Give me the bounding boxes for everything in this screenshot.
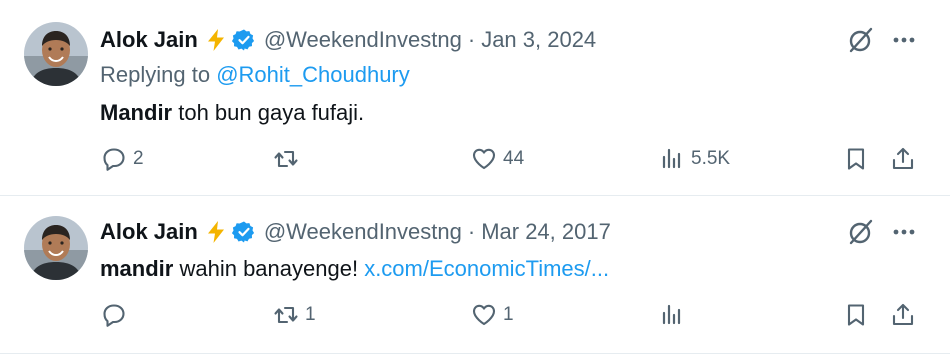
views-icon xyxy=(659,146,685,172)
reply-button[interactable]: 2 xyxy=(101,146,144,172)
avatar[interactable] xyxy=(24,216,88,280)
share-button[interactable] xyxy=(890,302,916,328)
retweet-icon xyxy=(273,146,299,172)
retweet-button[interactable]: 1 xyxy=(273,302,316,328)
tweet-header: Alok Jain @WeekendInvestng · Jan 3, 2024 xyxy=(100,27,596,53)
bookmark-button[interactable] xyxy=(843,302,869,328)
tweet-header: Alok Jain @WeekendInvestng · Mar 24, 201… xyxy=(100,219,611,245)
more-icon[interactable] xyxy=(891,219,917,245)
tweet-date[interactable]: Jan 3, 2024 xyxy=(481,27,596,53)
tweet-text-bold: Mandir xyxy=(100,100,173,125)
avatar-image xyxy=(24,22,88,86)
action-bar: 2 44 5.5K xyxy=(0,146,950,176)
like-button[interactable]: 44 xyxy=(471,146,524,172)
bookmark-icon xyxy=(843,146,869,172)
like-icon xyxy=(471,146,497,172)
like-button[interactable]: 1 xyxy=(471,302,514,328)
more-icon[interactable] xyxy=(891,27,917,53)
grok-icon[interactable] xyxy=(847,218,875,246)
bookmark-button[interactable] xyxy=(843,146,869,172)
tweet-link[interactable]: x.com/EconomicTimes/... xyxy=(364,256,609,281)
reply-count: 2 xyxy=(133,148,144,169)
replying-prefix: Replying to xyxy=(100,62,211,87)
verified-badge-icon[interactable] xyxy=(232,220,256,244)
avatar-image xyxy=(24,216,88,280)
bolt-icon xyxy=(204,220,228,244)
author-name[interactable]: Alok Jain xyxy=(100,219,198,245)
reply-button[interactable] xyxy=(101,302,133,328)
tweet-date[interactable]: Mar 24, 2017 xyxy=(481,219,611,245)
reply-icon xyxy=(101,302,127,328)
tweet-text: Mandir toh bun gaya fufaji. xyxy=(100,100,364,126)
separator-dot: · xyxy=(467,219,476,244)
tweet-text-bold: mandir xyxy=(100,256,174,281)
tweet-1[interactable]: Alok Jain @WeekendInvestng · Jan 3, 2024… xyxy=(0,0,950,196)
separator-dot: · xyxy=(467,27,476,52)
replying-to: Replying to @Rohit_Choudhury xyxy=(100,62,410,88)
tweet-text-rest: toh bun gaya fufaji. xyxy=(172,100,365,125)
retweet-icon xyxy=(273,302,299,328)
share-icon xyxy=(890,146,916,172)
reply-icon xyxy=(101,146,127,172)
author-handle[interactable]: @WeekendInvestng xyxy=(264,27,462,53)
like-icon xyxy=(471,302,497,328)
verified-badge-icon[interactable] xyxy=(232,28,256,52)
views-icon xyxy=(659,302,685,328)
bolt-icon xyxy=(204,28,228,52)
share-icon xyxy=(890,302,916,328)
retweet-count: 1 xyxy=(305,304,316,325)
action-bar: 1 1 xyxy=(0,302,950,332)
like-count: 44 xyxy=(503,148,525,169)
retweet-button[interactable] xyxy=(273,146,305,172)
tweet-text: mandir wahin banayenge! x.com/EconomicTi… xyxy=(100,256,609,282)
replying-to-link[interactable]: @Rohit_Choudhury xyxy=(216,62,410,87)
grok-icon[interactable] xyxy=(847,26,875,54)
views-button[interactable] xyxy=(659,302,691,328)
author-handle[interactable]: @WeekendInvestng xyxy=(264,219,462,245)
share-button[interactable] xyxy=(890,146,916,172)
tweet-text-rest: wahin banayenge! xyxy=(173,256,365,281)
bookmark-icon xyxy=(843,302,869,328)
like-count: 1 xyxy=(503,304,514,325)
tweet-2[interactable]: Alok Jain @WeekendInvestng · Mar 24, 201… xyxy=(0,196,950,354)
views-button[interactable]: 5.5K xyxy=(659,146,730,172)
author-name[interactable]: Alok Jain xyxy=(100,27,198,53)
avatar[interactable] xyxy=(24,22,88,86)
views-count: 5.5K xyxy=(691,148,731,169)
